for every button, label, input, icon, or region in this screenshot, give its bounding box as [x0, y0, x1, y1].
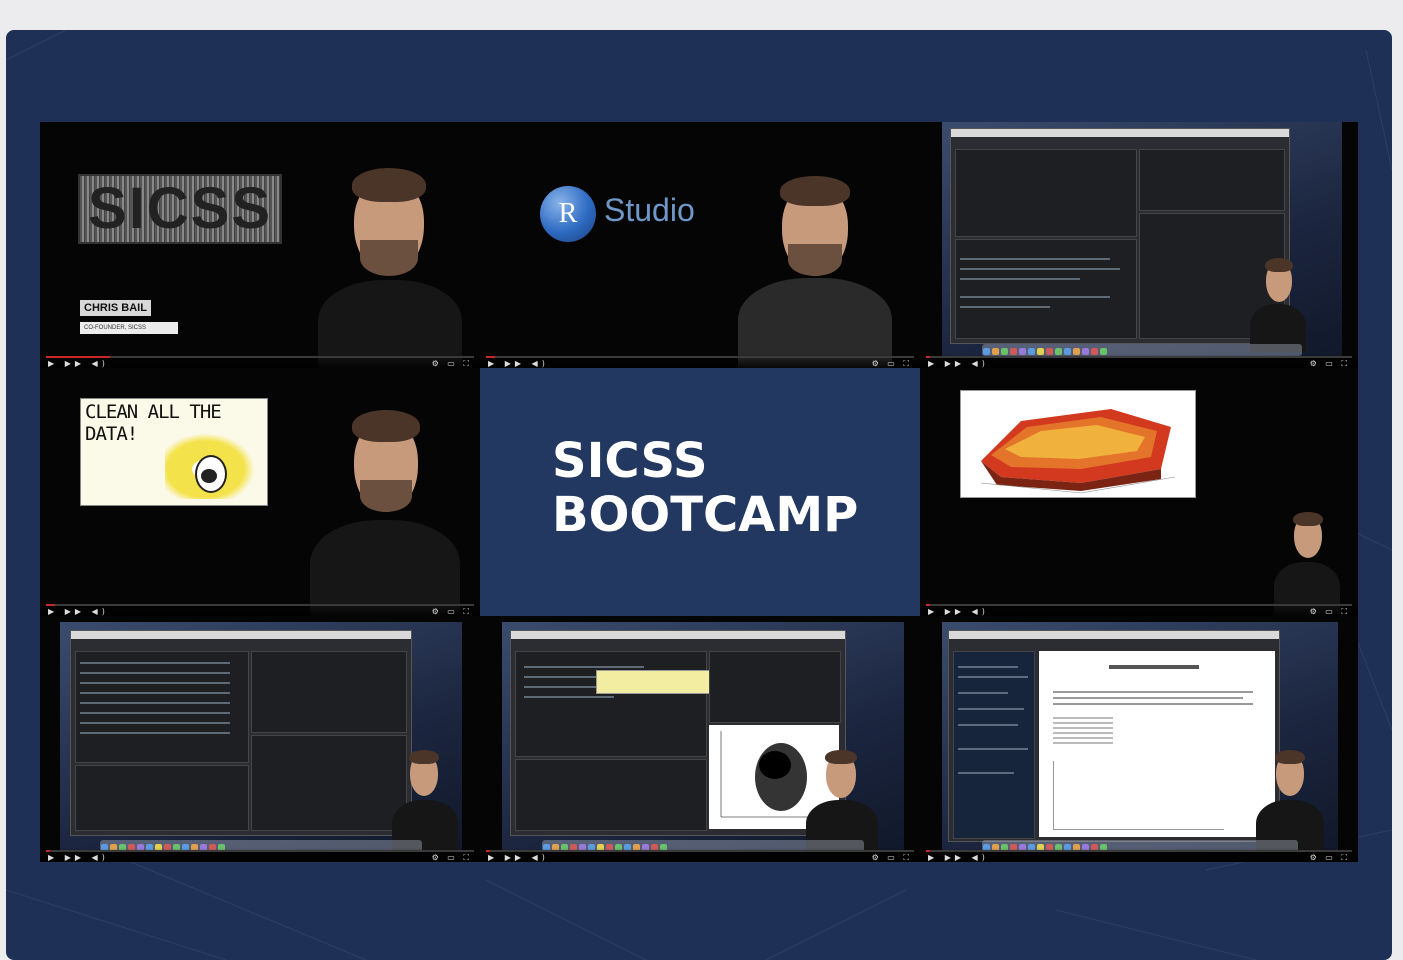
- play-icon[interactable]: ▶ ▶▶ ◀): [488, 359, 549, 368]
- play-icon[interactable]: ▶ ▶▶ ◀): [928, 853, 989, 862]
- player-controls[interactable]: ▶ ▶▶ ◀) ⚙ ▭ ⛶: [480, 354, 920, 368]
- video-tile-scatter-plot[interactable]: ▶ ▶▶ ◀) ⚙ ▭ ⛶: [480, 616, 920, 862]
- video-card: SICSS CHRIS BAIL CO-FOUNDER, SICSS ▶ ▶▶ …: [6, 30, 1392, 960]
- video-tile-rmarkdown[interactable]: ▶ ▶▶ ◀) ⚙ ▭ ⛶: [920, 616, 1358, 862]
- presenter: [390, 742, 460, 852]
- video-tile-intro[interactable]: SICSS CHRIS BAIL CO-FOUNDER, SICSS ▶ ▶▶ …: [40, 122, 480, 368]
- video-tile-rstudio-screen[interactable]: ▶ ▶▶ ◀) ⚙ ▭ ⛶: [920, 122, 1358, 368]
- play-icon[interactable]: ▶ ▶▶ ◀): [928, 359, 989, 368]
- presenter: [300, 404, 470, 616]
- video-tile-rstudio[interactable]: R Studio ▶ ▶▶ ◀) ⚙ ▭ ⛶: [480, 122, 920, 368]
- player-controls[interactable]: ▶ ▶▶ ◀) ⚙ ▭ ⛶: [40, 848, 480, 862]
- rstudio-logo-text: Studio: [604, 192, 695, 228]
- desktop-screenshot: [60, 622, 462, 852]
- desktop-screenshot: [942, 122, 1342, 358]
- player-controls[interactable]: ▶ ▶▶ ◀) ⚙ ▭ ⛶: [480, 848, 920, 862]
- progress-bar[interactable]: [486, 356, 495, 358]
- player-controls[interactable]: ▶ ▶▶ ◀) ⚙ ▭ ⛶: [920, 354, 1358, 368]
- player-controls[interactable]: ▶ ▶▶ ◀) ⚙ ▭ ⛶: [920, 848, 1358, 862]
- bootcamp-title-line2: BOOTCAMP: [552, 487, 859, 543]
- presenter-title-label: CO-FOUNDER, SICSS: [80, 322, 178, 334]
- meme-image: CLEAN ALL THE DATA!: [80, 398, 268, 506]
- bootcamp-title-line1: SICSS: [552, 433, 708, 489]
- video-tile-twitter-data[interactable]: ▶ ▶▶ ◀) ⚙ ▭ ⛶: [40, 616, 480, 862]
- presenter: [1270, 506, 1344, 616]
- desktop-screenshot: [942, 622, 1338, 852]
- settings-icon[interactable]: ⚙ ▭ ⛶: [432, 359, 472, 368]
- progress-bar[interactable]: [46, 850, 51, 852]
- progress-bar[interactable]: [46, 356, 111, 358]
- player-controls[interactable]: ▶ ▶▶ ◀) ⚙ ▭ ⛶: [40, 602, 480, 616]
- presenter: [802, 742, 882, 852]
- settings-icon[interactable]: ⚙ ▭ ⛶: [432, 853, 472, 862]
- progress-bar[interactable]: [46, 604, 55, 606]
- video-tile-clean-data[interactable]: CLEAN ALL THE DATA! ▶ ▶▶ ◀) ⚙ ▭ ⛶: [40, 368, 480, 616]
- player-controls[interactable]: ▶ ▶▶ ◀) ⚙ ▭ ⛶: [40, 354, 480, 368]
- desktop-screenshot: [502, 622, 904, 852]
- video-collage: SICSS CHRIS BAIL CO-FOUNDER, SICSS ▶ ▶▶ …: [40, 122, 1358, 862]
- play-icon[interactable]: ▶ ▶▶ ◀): [928, 607, 989, 616]
- rendered-document: [1039, 651, 1275, 837]
- bootcamp-title-tile: SICSS BOOTCAMP: [480, 368, 920, 616]
- settings-icon[interactable]: ⚙ ▭ ⛶: [432, 607, 472, 616]
- progress-bar[interactable]: [486, 850, 491, 852]
- bootcamp-title: SICSS BOOTCAMP: [552, 434, 858, 542]
- play-icon[interactable]: ▶ ▶▶ ◀): [48, 853, 109, 862]
- presenter: [1248, 252, 1308, 352]
- meme-text: CLEAN ALL THE DATA!: [85, 401, 222, 445]
- play-icon[interactable]: ▶ ▶▶ ◀): [48, 359, 109, 368]
- rstudio-logo-icon: R: [540, 186, 596, 242]
- progress-bar[interactable]: [926, 604, 931, 606]
- play-icon[interactable]: ▶ ▶▶ ◀): [488, 853, 549, 862]
- presenter: [730, 174, 900, 368]
- settings-icon[interactable]: ⚙ ▭ ⛶: [872, 359, 912, 368]
- presenter: [1252, 742, 1328, 852]
- settings-icon[interactable]: ⚙ ▭ ⛶: [1310, 607, 1350, 616]
- sicss-logo: SICSS: [78, 174, 282, 244]
- settings-icon[interactable]: ⚙ ▭ ⛶: [1310, 853, 1350, 862]
- play-icon[interactable]: ▶ ▶▶ ◀): [48, 607, 109, 616]
- presenter: [310, 162, 470, 368]
- surface-plot-image: [960, 390, 1196, 498]
- progress-bar[interactable]: [926, 356, 931, 358]
- settings-icon[interactable]: ⚙ ▭ ⛶: [1310, 359, 1350, 368]
- player-controls[interactable]: ▶ ▶▶ ◀) ⚙ ▭ ⛶: [920, 602, 1358, 616]
- presenter-name-label: CHRIS BAIL: [80, 300, 151, 316]
- progress-bar[interactable]: [926, 850, 931, 852]
- video-tile-3d-plot[interactable]: ▶ ▶▶ ◀) ⚙ ▭ ⛶: [920, 368, 1358, 616]
- settings-icon[interactable]: ⚙ ▭ ⛶: [872, 853, 912, 862]
